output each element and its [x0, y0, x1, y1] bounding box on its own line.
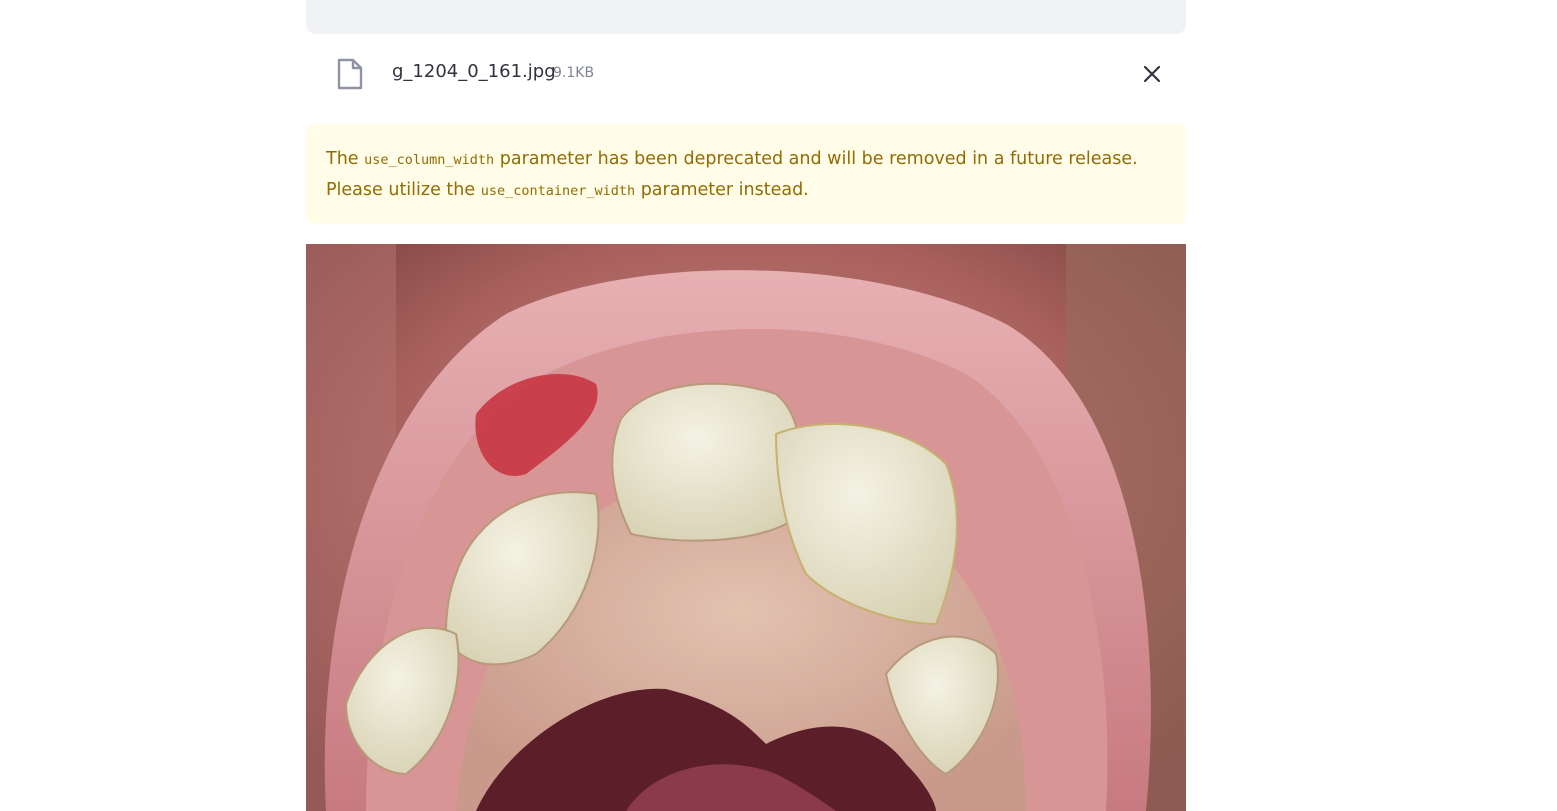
warning-code-2: use_container_width — [480, 183, 636, 199]
file-icon — [336, 58, 364, 90]
warning-text-3: parameter instead. — [635, 180, 809, 200]
warning-text-1: The — [326, 149, 365, 169]
warning-code-1: use_column_width — [364, 152, 495, 168]
file-dropzone[interactable] — [306, 0, 1186, 34]
deprecation-warning: The use_column_width parameter has been … — [306, 124, 1186, 224]
close-icon[interactable] — [1140, 62, 1164, 86]
uploaded-image — [306, 244, 1186, 811]
page: g_1204_0_161.jpg 9.1KB The use_column_wi… — [0, 0, 1557, 811]
file-name: g_1204_0_161.jpg — [392, 61, 556, 82]
file-size: 9.1KB — [553, 65, 595, 81]
remove-file-button[interactable] — [1140, 62, 1164, 86]
uploaded-file-row: g_1204_0_161.jpg 9.1KB — [306, 50, 1186, 96]
